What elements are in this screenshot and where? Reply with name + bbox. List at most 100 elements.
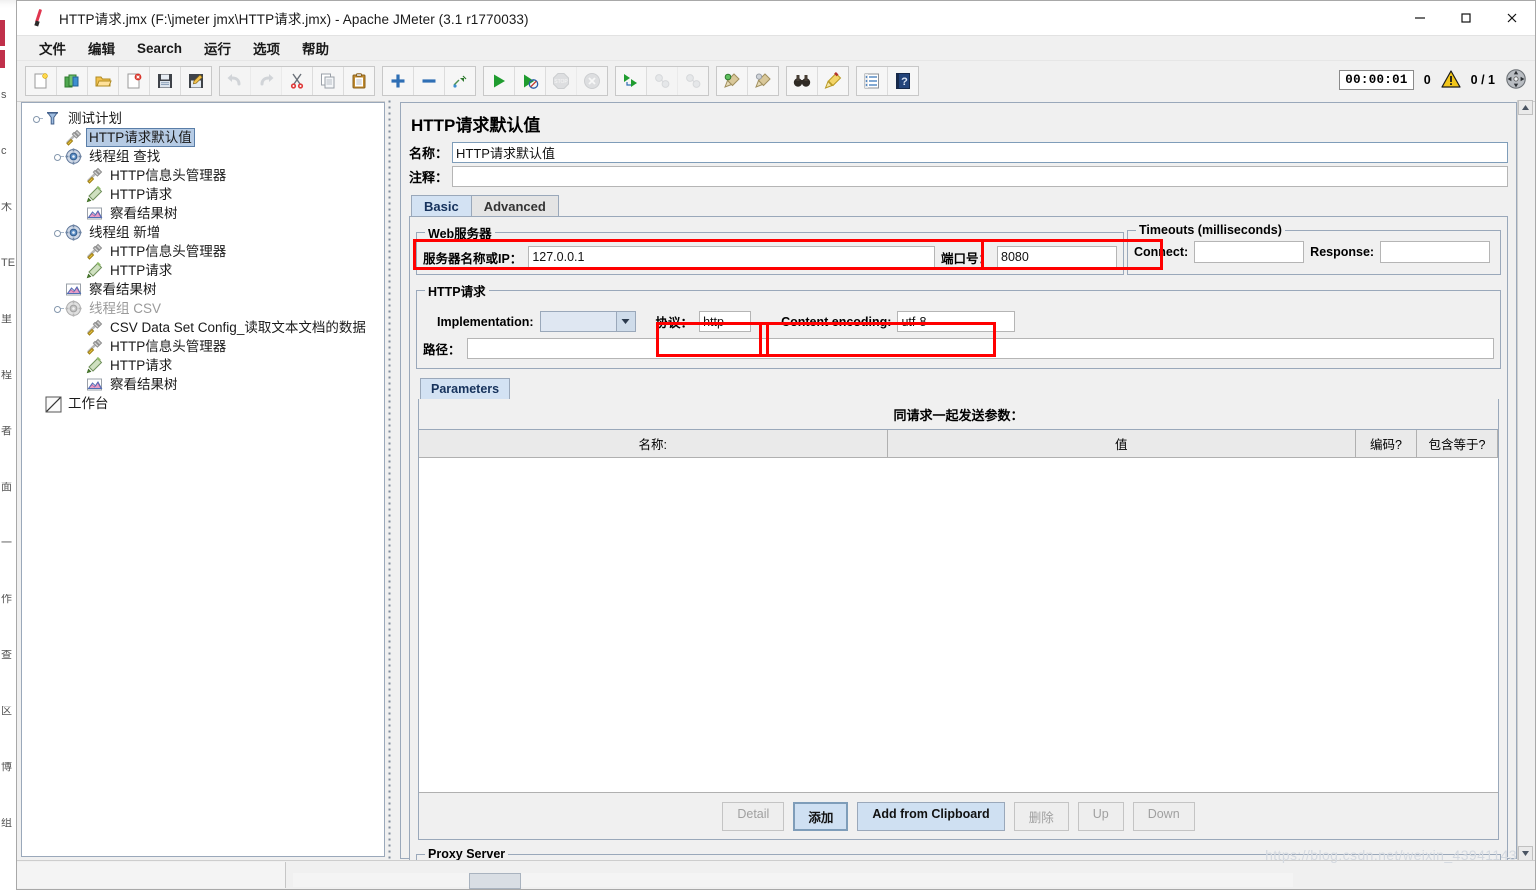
path-input[interactable] [466, 338, 1494, 359]
toggle-icon[interactable] [445, 67, 475, 95]
split-pane-divider[interactable] [385, 100, 394, 861]
tree-node[interactable]: HTTP请求默认值 [32, 128, 384, 147]
parameters-tabs: Parameters [420, 377, 1507, 399]
svg-text:?: ? [901, 76, 908, 88]
background-window[interactable]: s c 木 TE 里程者面一作查区博组 [0, 0, 17, 890]
connect-timeout-input[interactable] [1194, 241, 1305, 263]
parameters-column-header[interactable]: 包含等于? [1417, 430, 1498, 458]
bottom-scrollbar-thumb[interactable] [469, 873, 521, 889]
parameters-column-header[interactable]: 名称: [419, 430, 888, 458]
content-encoding-input[interactable] [897, 311, 1016, 332]
parameters-column-header[interactable]: 值 [887, 430, 1356, 458]
help-icon[interactable]: ? [888, 67, 918, 95]
remote-start-all-icon[interactable] [616, 67, 647, 95]
function-helper-icon[interactable] [857, 67, 888, 95]
start-no-pauses-icon[interactable] [515, 67, 546, 95]
collapse-all-icon[interactable] [414, 67, 445, 95]
tree-node[interactable]: 线程组 新增 [32, 223, 384, 242]
tab-advanced[interactable]: Advanced [470, 195, 559, 217]
tree-expand-handle-icon[interactable] [53, 303, 64, 314]
tree-node-label: 工作台 [68, 396, 109, 411]
tree-node[interactable]: 工作台 [32, 394, 384, 413]
toolbar-status-cluster: 00:00:01 0 0 / 1 [1339, 65, 1527, 95]
parameters-button-2[interactable]: 添加 [793, 802, 849, 831]
background-glyph: 者 [1, 426, 12, 437]
save-as-icon[interactable] [181, 67, 211, 95]
tab-parameters[interactable]: Parameters [420, 378, 511, 399]
bottom-bar [17, 860, 1535, 889]
response-timeout-input[interactable] [1380, 241, 1491, 263]
tree-expand-handle-icon[interactable] [53, 227, 64, 238]
implementation-label: Implementation: [437, 314, 534, 329]
tree-node[interactable]: HTTP信息头管理器 [32, 337, 384, 356]
clear-all-icon[interactable] [748, 67, 778, 95]
menu-item-3[interactable]: Search [127, 38, 192, 59]
tree-node[interactable]: HTTP请求 [32, 356, 384, 375]
search-reset-brush-icon[interactable] [818, 67, 848, 95]
tree-node-label: CSV Data Set Config_读取文本文档的数据 [110, 320, 366, 335]
tree-node[interactable]: CSV Data Set Config_读取文本文档的数据 [32, 318, 384, 337]
protocol-input[interactable] [699, 311, 752, 332]
tree-node[interactable]: HTTP请求 [32, 261, 384, 280]
test-plan-tree[interactable]: 测试计划 HTTP请求默认值 线程组 查找 HTTP信息头管理器 HTTP请求 察看结果树… [22, 103, 384, 413]
save-icon[interactable] [150, 67, 181, 95]
menu-item-5[interactable]: 选项 [243, 35, 290, 61]
background-glyph: 一 [1, 538, 12, 549]
tree-node[interactable]: HTTP信息头管理器 [32, 166, 384, 185]
menu-item-4[interactable]: 运行 [194, 35, 241, 61]
implementation-select[interactable] [539, 311, 636, 332]
minimize-button[interactable] [1397, 1, 1443, 35]
new-document-icon[interactable] [26, 67, 57, 95]
cut-icon[interactable] [282, 67, 313, 95]
scroll-up-arrow-icon[interactable] [1518, 100, 1533, 115]
clear-icon[interactable] [717, 67, 748, 95]
elapsed-timer: 00:00:01 [1339, 70, 1414, 90]
server-name-input[interactable] [528, 246, 935, 268]
port-input[interactable] [997, 246, 1117, 268]
templates-icon[interactable] [57, 67, 88, 95]
config-element-icon [86, 243, 103, 260]
jmeter-main-window: HTTP请求.jmx (F:\jmeter jmx\HTTP请求.jmx) - … [16, 0, 1536, 890]
parameters-column-header[interactable]: 编码? [1356, 430, 1417, 458]
thread-group-icon [65, 224, 82, 241]
comment-input[interactable] [452, 166, 1508, 187]
resize-arrows-icon[interactable] [1505, 68, 1527, 93]
expand-all-icon[interactable] [383, 67, 414, 95]
tree-node[interactable]: 测试计划 [32, 109, 384, 128]
maximize-button[interactable] [1443, 1, 1489, 35]
tree-node[interactable]: 线程组 CSV [32, 299, 384, 318]
open-folder-icon[interactable] [88, 67, 119, 95]
name-input[interactable] [452, 142, 1508, 163]
tree-node[interactable]: 察看结果树 [32, 280, 384, 299]
listener-icon [65, 281, 82, 298]
menu-item-1[interactable]: 文件 [29, 35, 76, 61]
timeouts-legend: Timeouts (milliseconds) [1139, 223, 1282, 237]
menu-item-2[interactable]: 编辑 [78, 35, 125, 61]
paste-icon[interactable] [344, 67, 374, 95]
tree-node[interactable]: 线程组 查找 [32, 147, 384, 166]
editor-vertical-scrollbar[interactable] [1517, 100, 1533, 861]
scroll-down-arrow-icon[interactable] [1518, 846, 1533, 861]
tree-node[interactable]: HTTP请求 [32, 185, 384, 204]
close-document-icon[interactable] [119, 67, 150, 95]
tree-node[interactable]: 察看结果树 [32, 204, 384, 223]
tree-node[interactable]: 察看结果树 [32, 375, 384, 394]
menu-bar: 文件 编辑 Search 运行 选项 帮助 [17, 36, 1535, 61]
menu-item-6[interactable]: 帮助 [292, 35, 339, 61]
parameters-table-body[interactable] [419, 458, 1498, 793]
copy-icon[interactable] [313, 67, 344, 95]
tree-expand-handle-icon[interactable] [53, 151, 64, 162]
tree-expand-handle-icon[interactable] [32, 113, 43, 124]
background-accent-2 [0, 50, 5, 68]
search-binoculars-icon[interactable] [787, 67, 818, 95]
test-plan-tree-pane[interactable]: 测试计划 HTTP请求默认值 线程组 查找 HTTP信息头管理器 HTTP请求 察看结果树… [21, 102, 385, 857]
tab-basic[interactable]: Basic [411, 195, 472, 217]
close-button[interactable] [1489, 1, 1535, 35]
tree-node[interactable]: HTTP信息头管理器 [32, 242, 384, 261]
parameters-button-6: Down [1132, 802, 1195, 831]
warning-triangle-icon[interactable] [1441, 69, 1461, 91]
parameters-button-3[interactable]: Add from Clipboard [857, 802, 1005, 831]
start-icon[interactable] [484, 67, 515, 95]
chevron-down-icon[interactable] [615, 312, 635, 331]
bottom-horizontal-scrollbar[interactable] [293, 873, 1293, 889]
